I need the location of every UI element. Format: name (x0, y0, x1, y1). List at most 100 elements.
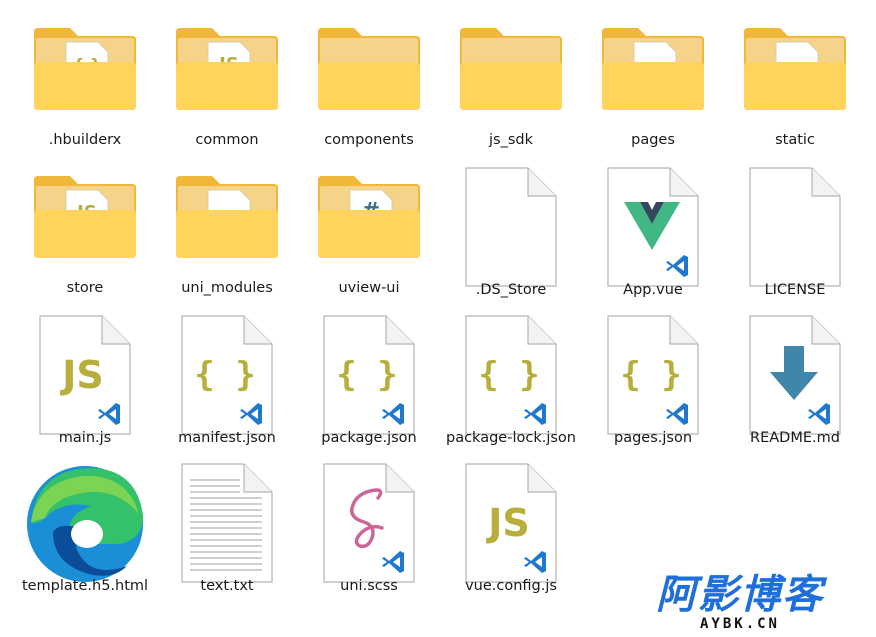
folder-item-uview-ui[interactable]: # uview-ui (299, 166, 439, 306)
file-md-icon (749, 315, 841, 435)
file-js-icon: JS (465, 463, 557, 583)
item-icon: { } (157, 314, 297, 435)
folder-item-static[interactable]: static (725, 18, 865, 158)
item-label: pages.json (613, 430, 693, 446)
folder-item-common[interactable]: JS common (157, 18, 297, 158)
folder-icon: JS (176, 28, 278, 110)
file-grid: { }.hbuilderxJScommoncomponentsjs_sdkpag… (0, 0, 876, 637)
file-blank-icon (465, 167, 557, 287)
item-icon (157, 462, 297, 583)
item-label: uni_modules (181, 280, 273, 296)
js-logo-text: JS (485, 501, 530, 545)
item-icon: JS (15, 166, 155, 286)
item-icon (725, 18, 865, 138)
item-icon (441, 166, 581, 287)
folder-icon: { } (34, 28, 136, 110)
item-icon (725, 166, 865, 287)
vscode-badge-icon (806, 400, 834, 428)
file-js-icon: JS (39, 315, 131, 435)
file-item-main_js[interactable]: JS main.js (15, 314, 155, 454)
item-icon: JS (157, 18, 297, 138)
folder-icon (460, 28, 562, 110)
item-icon (583, 18, 723, 138)
item-label: main.js (58, 430, 112, 446)
vscode-badge-icon (522, 548, 550, 576)
item-label: common (195, 132, 259, 148)
folder-icon (318, 28, 420, 110)
json-braces-text: { } (336, 355, 397, 395)
vscode-badge-icon (664, 400, 692, 428)
file-sass-icon (323, 463, 415, 583)
item-icon: { } (441, 314, 581, 435)
item-icon (299, 462, 439, 583)
file-item-pages_json[interactable]: { } pages.json (583, 314, 723, 454)
file-item-app_vue[interactable]: App.vue (583, 166, 723, 306)
item-icon (299, 18, 439, 138)
file-item-template_html[interactable]: template.h5.html (15, 462, 155, 602)
item-label: App.vue (623, 282, 683, 298)
item-label: static (775, 132, 815, 148)
folder-item-js_sdk[interactable]: js_sdk (441, 18, 581, 158)
folder-icon (744, 28, 846, 110)
file-item-uni_scss[interactable]: uni.scss (299, 462, 439, 602)
folder-item-pages[interactable]: pages (583, 18, 723, 158)
item-icon (441, 18, 581, 138)
file-json-icon: { } (465, 315, 557, 435)
file-blank-icon (749, 167, 841, 287)
item-label: package.json (321, 430, 417, 446)
item-label: pages (631, 132, 675, 148)
file-item-license[interactable]: LICENSE (725, 166, 865, 306)
item-icon (583, 166, 723, 287)
vscode-badge-icon (380, 548, 408, 576)
item-icon (15, 462, 155, 582)
vscode-badge-icon (522, 400, 550, 428)
item-icon: JS (15, 314, 155, 435)
folder-icon: JS (34, 176, 136, 258)
file-vue-icon (607, 167, 699, 287)
item-label: components (324, 132, 414, 148)
vscode-badge-icon (96, 400, 124, 428)
item-label: text.txt (200, 578, 254, 594)
json-braces-text: { } (620, 355, 681, 395)
file-item-vue_config_js[interactable]: JS vue.config.js (441, 462, 581, 602)
item-label: js_sdk (489, 132, 533, 148)
item-icon: # (299, 166, 439, 286)
vscode-badge-icon (664, 252, 692, 280)
item-label: README.md (750, 430, 840, 446)
file-json-icon: { } (323, 315, 415, 435)
item-label: uni.scss (340, 578, 398, 594)
file-item-text_txt[interactable]: text.txt (157, 462, 297, 602)
file-item-package_lock_json[interactable]: { } package-lock.json (441, 314, 581, 454)
item-icon (725, 314, 865, 435)
file-item-ds_store[interactable]: .DS_Store (441, 166, 581, 306)
item-label: store (66, 280, 104, 296)
watermark-title: 阿影博客 (656, 572, 824, 618)
file-item-package_json[interactable]: { } package.json (299, 314, 439, 454)
folder-item-hbuilderx[interactable]: { } .hbuilderx (15, 18, 155, 158)
item-label: .DS_Store (475, 282, 547, 298)
item-icon: JS (441, 462, 581, 583)
item-icon: { } (583, 314, 723, 435)
watermark: 阿影博客 AYBK.CN (620, 572, 860, 634)
file-item-manifest_json[interactable]: { } manifest.json (157, 314, 297, 454)
watermark-subtitle: AYBK.CN (699, 616, 780, 632)
item-label: vue.config.js (465, 578, 557, 594)
item-label: LICENSE (764, 282, 826, 298)
folder-icon (602, 28, 704, 110)
folder-item-components[interactable]: components (299, 18, 439, 158)
edge-browser-icon (27, 466, 143, 582)
folder-item-store[interactable]: JS store (15, 166, 155, 306)
file-json-icon: { } (181, 315, 273, 435)
item-label: uview-ui (338, 280, 400, 296)
vscode-badge-icon (380, 400, 408, 428)
item-label: package-lock.json (446, 430, 576, 446)
folder-icon: # (318, 176, 420, 258)
json-braces-text: { } (478, 355, 539, 395)
item-icon (157, 166, 297, 286)
item-label: template.h5.html (21, 578, 149, 594)
item-icon: { } (15, 18, 155, 138)
file-item-readme_md[interactable]: README.md (725, 314, 865, 454)
file-txt-icon (181, 463, 273, 583)
item-label: manifest.json (178, 430, 276, 446)
folder-item-uni_modules[interactable]: uni_modules (157, 166, 297, 306)
